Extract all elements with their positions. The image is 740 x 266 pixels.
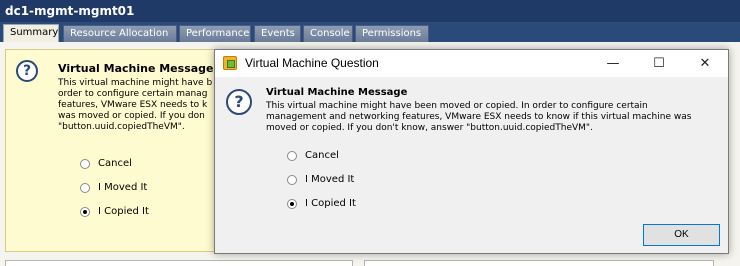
vm-question-dialog: Virtual Machine Question — ☐ ✕ ? Virtual… xyxy=(214,49,729,254)
maximize-button[interactable]: ☐ xyxy=(636,50,682,77)
window-title-bar: dc1-mgmt-mgmt01 xyxy=(0,0,740,22)
radio-checked-icon[interactable] xyxy=(80,207,90,217)
vsphere-app-icon xyxy=(223,56,237,70)
question-icon: ? xyxy=(16,60,38,82)
tab-performance[interactable]: Performance xyxy=(179,25,251,42)
radio-icon[interactable] xyxy=(80,183,90,193)
radio-icon[interactable] xyxy=(287,151,297,161)
tab-events[interactable]: Events xyxy=(254,25,301,42)
radio-icon[interactable] xyxy=(80,159,90,169)
tab-strip: Summary Resource Allocation Performance … xyxy=(0,22,740,42)
tab-console[interactable]: Console xyxy=(303,25,353,42)
radio-icon[interactable] xyxy=(287,175,297,185)
dialog-title: Virtual Machine Question xyxy=(245,56,379,70)
tab-resource-allocation[interactable]: Resource Allocation xyxy=(63,25,177,42)
tab-summary[interactable]: Summary xyxy=(3,24,59,42)
dialog-message: This virtual machine might have been mov… xyxy=(266,101,692,133)
ok-button[interactable]: OK xyxy=(643,224,720,246)
background-message-panel: ? Virtual Machine Message This virtual m… xyxy=(5,49,218,252)
bottom-panel-right xyxy=(364,260,714,266)
window-title: dc1-mgmt-mgmt01 xyxy=(5,4,135,18)
minimize-button[interactable]: — xyxy=(590,50,636,77)
radio-checked-icon[interactable] xyxy=(287,199,297,209)
question-icon: ? xyxy=(226,89,252,115)
dialog-title-bar[interactable]: Virtual Machine Question — ☐ ✕ xyxy=(215,50,728,77)
close-button[interactable]: ✕ xyxy=(682,50,728,77)
bottom-panel-left xyxy=(5,260,353,266)
background-message-title: Virtual Machine Message xyxy=(58,62,214,75)
dialog-body: ? Virtual Machine Message This virtual m… xyxy=(215,77,728,253)
dialog-heading: Virtual Machine Message xyxy=(266,87,408,98)
tab-permissions[interactable]: Permissions xyxy=(355,25,429,42)
